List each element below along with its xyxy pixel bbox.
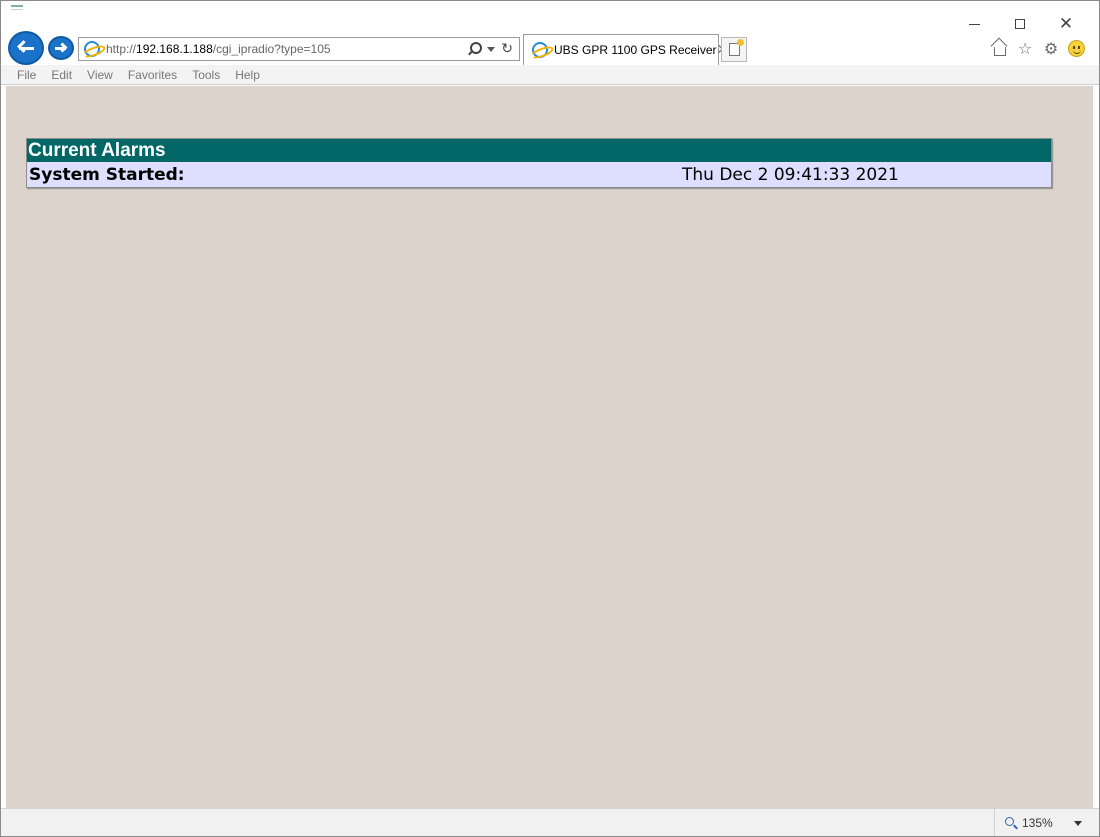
- minimize-icon: [968, 23, 980, 25]
- zoom-icon: [1005, 817, 1017, 829]
- url-scheme: http://: [106, 42, 137, 56]
- maximize-icon: [1015, 19, 1025, 29]
- ie-page-icon: [84, 41, 100, 57]
- back-button[interactable]: [8, 31, 44, 65]
- table-title: Current Alarms: [27, 139, 1051, 162]
- home-icon[interactable]: [990, 39, 1008, 57]
- menu-bar: File Edit View Favorites Tools Help: [1, 65, 1099, 85]
- arrow-right-icon: [55, 42, 68, 54]
- toolbar-icons: ☆ ⚙: [990, 39, 1085, 58]
- menu-edit[interactable]: Edit: [51, 68, 72, 82]
- menu-tools[interactable]: Tools: [192, 68, 220, 82]
- table-row: System Started: Thu Dec 2 09:41:33 2021: [27, 162, 1051, 187]
- menu-help[interactable]: Help: [235, 68, 260, 82]
- url-host: 192.168.1.188: [136, 42, 213, 56]
- menu-file[interactable]: File: [17, 68, 36, 82]
- search-icon[interactable]: [467, 42, 483, 56]
- tab-title: UBS GPR 1100 GPS Receiver: [554, 43, 717, 57]
- address-url[interactable]: http://192.168.1.188/cgi_ipradio?type=10…: [106, 42, 331, 56]
- close-icon: ✕: [1058, 13, 1074, 34]
- alarm-label: System Started:: [29, 164, 185, 185]
- feedback-smiley-icon[interactable]: [1068, 39, 1085, 57]
- zoom-level: 135%: [1022, 816, 1053, 830]
- menu-favorites[interactable]: Favorites: [128, 68, 177, 82]
- gear-icon[interactable]: ⚙: [1042, 39, 1060, 58]
- browser-window: ✕ http://192.168.1.188/cgi_ipradio?type=…: [0, 0, 1100, 837]
- new-tab-icon: [728, 39, 744, 56]
- ie-tab-icon: [532, 42, 548, 58]
- menu-view[interactable]: View: [87, 68, 113, 82]
- zoom-control[interactable]: 135%: [994, 809, 1086, 836]
- alarms-table: Current Alarms System Started: Thu Dec 2…: [26, 138, 1052, 188]
- tab-gps-receiver[interactable]: UBS GPR 1100 GPS Receiver ✕: [523, 34, 728, 65]
- url-path: /cgi_ipradio?type=105: [212, 42, 331, 56]
- refresh-icon[interactable]: ↻: [501, 42, 513, 56]
- system-menu-icon[interactable]: [11, 5, 23, 10]
- arrow-left-icon: [17, 40, 35, 56]
- address-bar[interactable]: http://192.168.1.188/cgi_ipradio?type=10…: [78, 37, 520, 61]
- favorites-star-icon[interactable]: ☆: [1016, 39, 1034, 58]
- navigation-bar: http://192.168.1.188/cgi_ipradio?type=10…: [1, 31, 1099, 65]
- address-tools: ↻: [467, 42, 513, 56]
- chevron-down-icon[interactable]: [1073, 820, 1082, 826]
- chevron-down-icon[interactable]: [487, 46, 496, 52]
- page-content: Current Alarms System Started: Thu Dec 2…: [6, 86, 1093, 808]
- new-tab-button[interactable]: [721, 37, 747, 62]
- forward-button[interactable]: [48, 36, 74, 60]
- alarm-value: Thu Dec 2 09:41:33 2021: [682, 164, 899, 185]
- status-bar: 135%: [1, 808, 1099, 836]
